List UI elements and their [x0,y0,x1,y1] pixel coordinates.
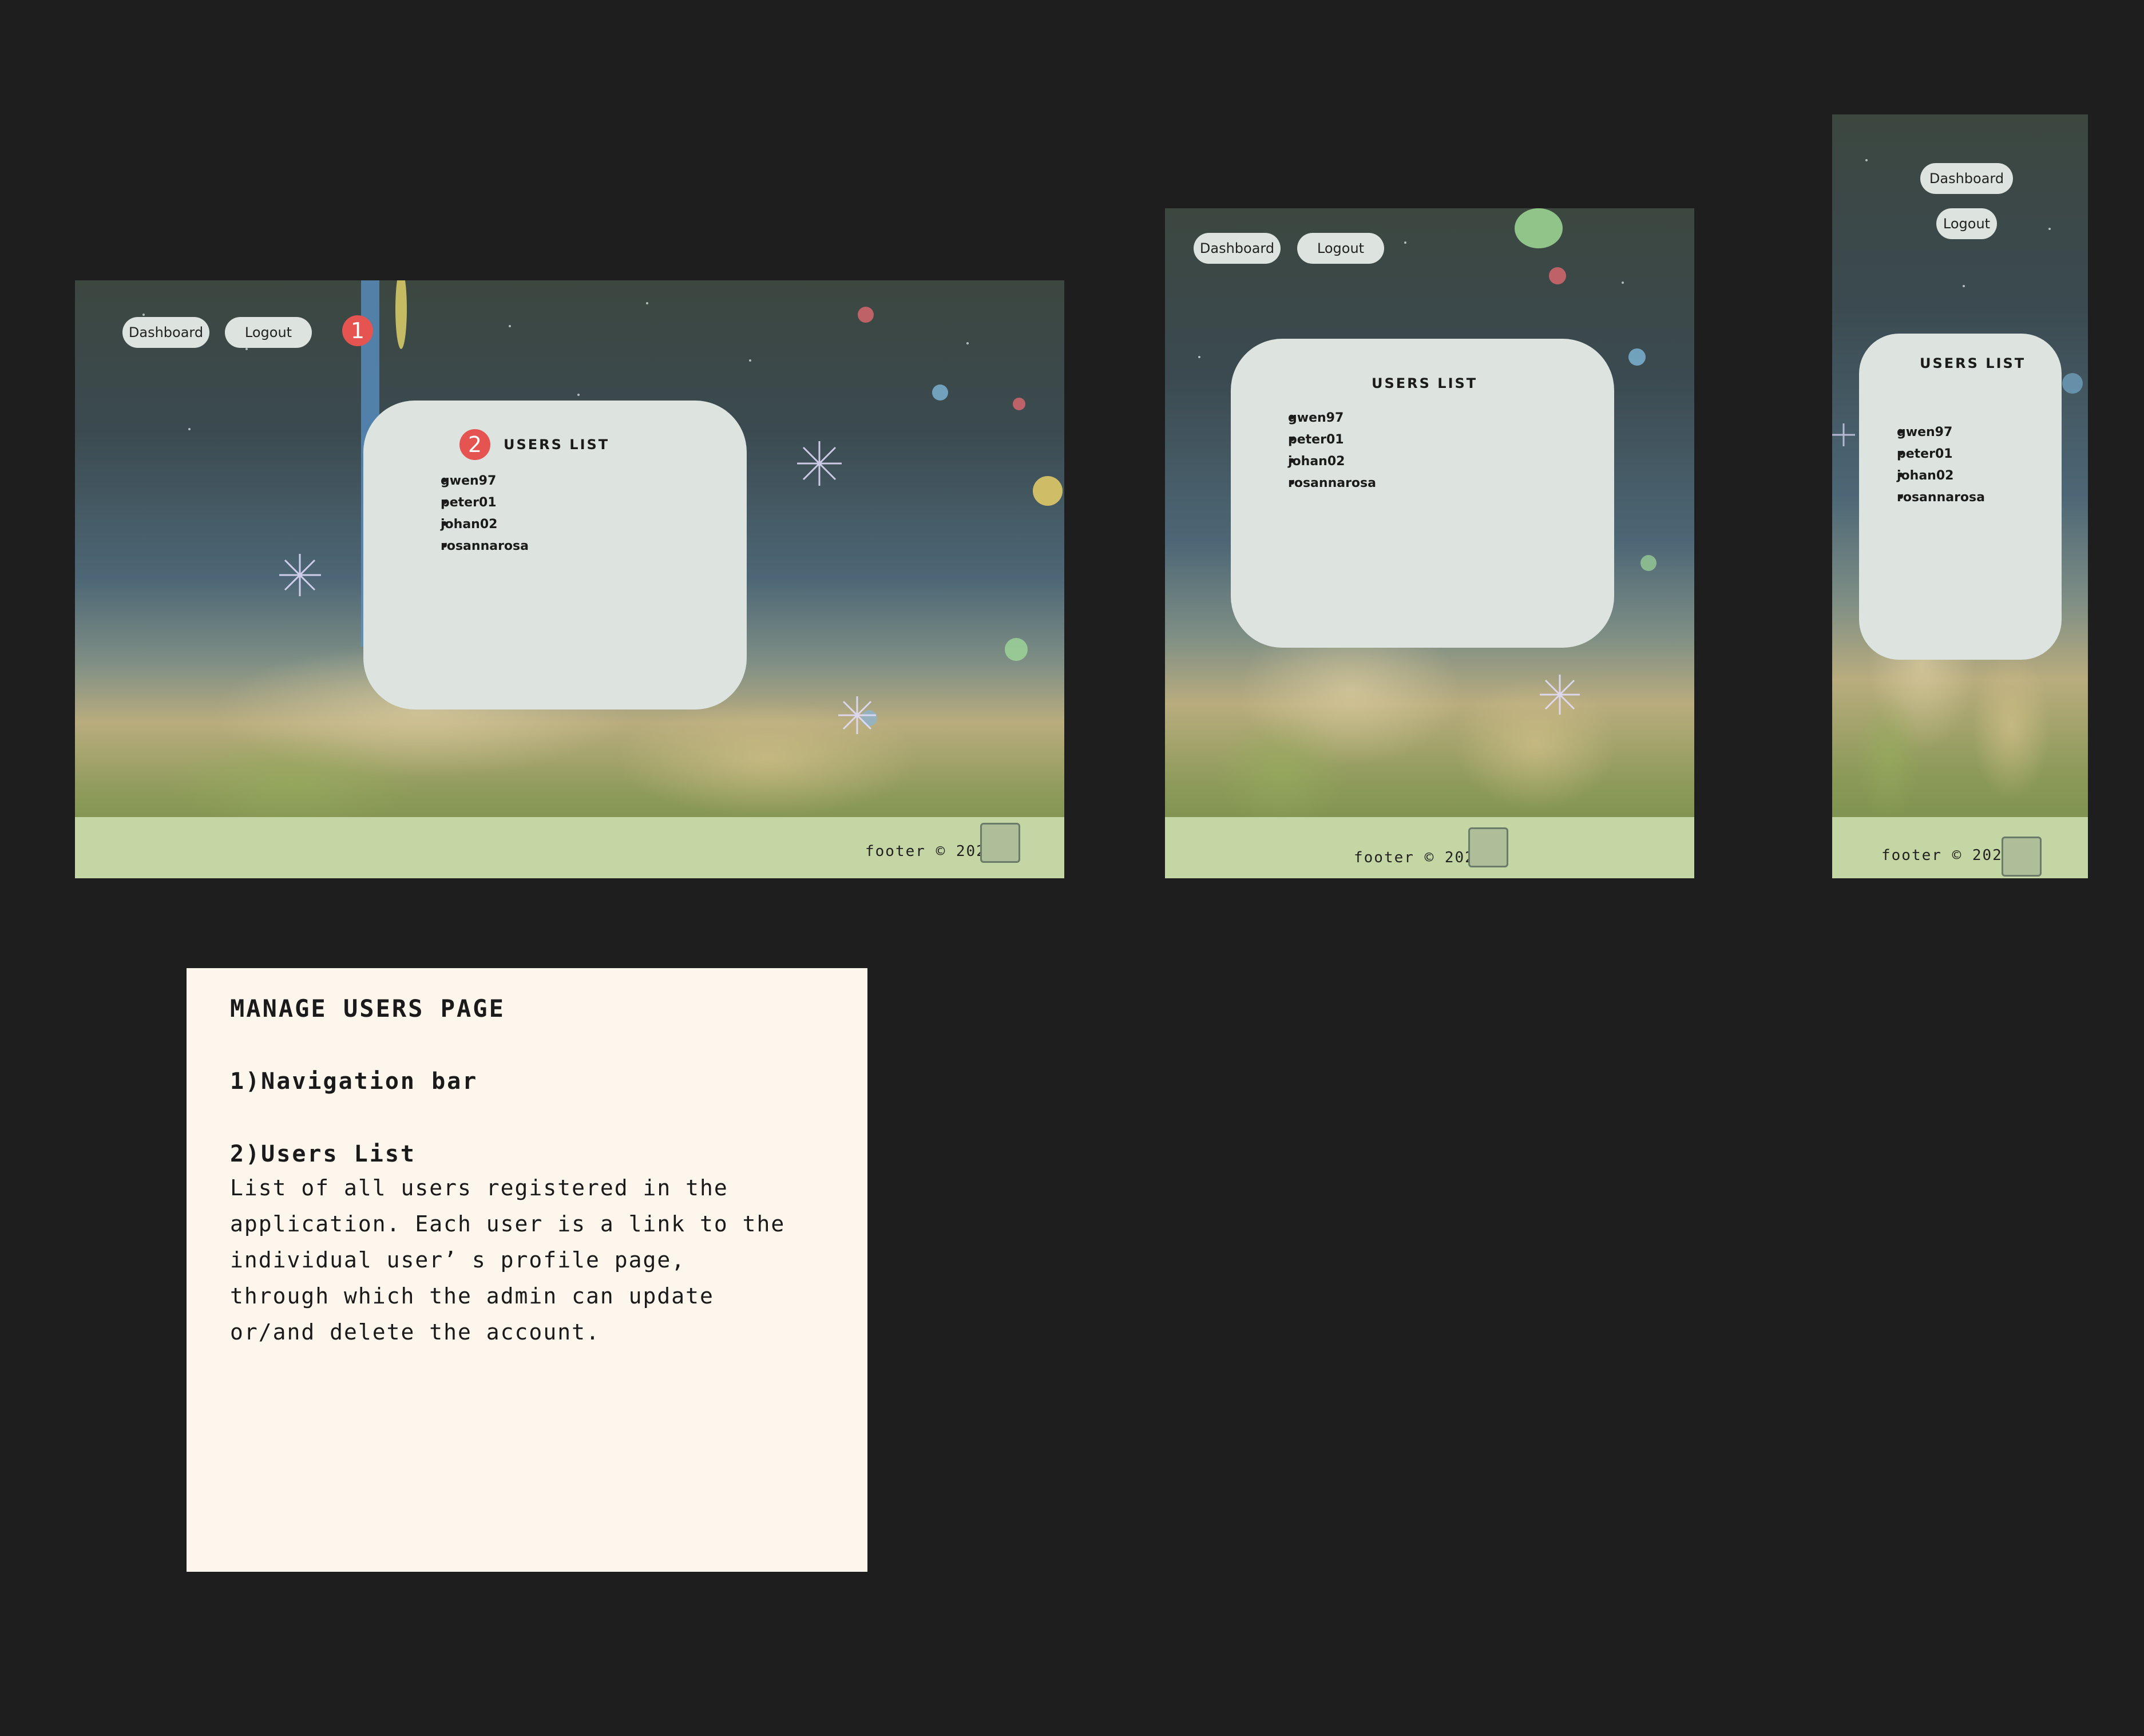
users-list-title: USERS LIST [504,437,610,453]
user-link-rosannarosa[interactable]: rosannarosa [1882,490,1985,512]
totoro-logo-icon [2002,837,2042,877]
tablet-frame: Dashboard Logout USERS LIST gwen97 peter… [1165,208,1694,878]
logout-button[interactable]: Logout [1297,233,1384,264]
annotation-badge-1: 1 [342,315,373,346]
users-list-card: USERS LIST gwen97 peter01 johan02 rosann… [1231,339,1614,648]
users-list: gwen97 peter01 johan02 rosannarosa [1271,411,1376,498]
user-link-gwen97[interactable]: gwen97 [1271,411,1376,433]
user-link-rosannarosa[interactable]: rosannarosa [1271,476,1376,498]
user-link-johan02[interactable]: johan02 [423,517,529,539]
dashboard-button[interactable]: Dashboard [1920,163,2013,194]
users-list-title: USERS LIST [1920,355,2026,371]
note-description-line: or/and delete the account. [230,1319,600,1345]
users-list-card: USERS LIST gwen97 peter01 johan02 rosann… [1859,334,2062,660]
user-link-peter01[interactable]: peter01 [1882,447,1985,469]
footer-text: footer © 2024 [1354,849,1485,866]
user-link-gwen97[interactable]: gwen97 [1882,425,1985,447]
note-description-line: individual user’ s profile page, [230,1247,686,1273]
desktop-frame: Dashboard Logout 1 2 USERS LIST gwen97 p… [75,280,1064,878]
footer: footer © 2024 [1165,817,1694,878]
footer: footer © 2024 [1832,817,2088,878]
footer-text: footer © 2024 [1881,847,2013,864]
users-list-card: 2 USERS LIST gwen97 peter01 johan02 rosa… [363,401,747,710]
users-list: gwen97 peter01 johan02 rosannarosa [1882,425,1985,512]
user-link-peter01[interactable]: peter01 [1271,433,1376,454]
user-link-johan02[interactable]: johan02 [1271,454,1376,476]
dashboard-button[interactable]: Dashboard [122,317,209,348]
dashboard-button[interactable]: Dashboard [1194,233,1281,264]
annotation-badge-2: 2 [459,429,490,460]
user-link-gwen97[interactable]: gwen97 [423,474,529,496]
users-list-title: USERS LIST [1372,375,1478,391]
totoro-logo-icon [1468,827,1508,867]
note-description-line: application. Each user is a link to the [230,1211,786,1236]
footer-text: footer © 2024 [865,843,997,860]
totoro-logo-icon [980,823,1020,863]
note-item-1: 1)Navigation bar [230,1068,478,1095]
user-link-peter01[interactable]: peter01 [423,496,529,517]
annotation-note: MANAGE USERS PAGE 1)Navigation bar 2)Use… [187,968,867,1572]
note-description-line: List of all users registered in the [230,1175,728,1200]
user-link-rosannarosa[interactable]: rosannarosa [423,539,529,561]
note-title: MANAGE USERS PAGE [230,994,505,1022]
note-item-2: 2)Users List [230,1141,416,1167]
users-list: gwen97 peter01 johan02 rosannarosa [423,474,529,561]
user-link-johan02[interactable]: johan02 [1882,469,1985,490]
mobile-frame: Dashboard Logout USERS LIST gwen97 peter… [1832,114,2088,878]
footer: footer © 2024 [75,817,1064,878]
logout-button[interactable]: Logout [225,317,312,348]
logout-button[interactable]: Logout [1936,208,1997,239]
note-description-line: through which the admin can update [230,1283,714,1309]
